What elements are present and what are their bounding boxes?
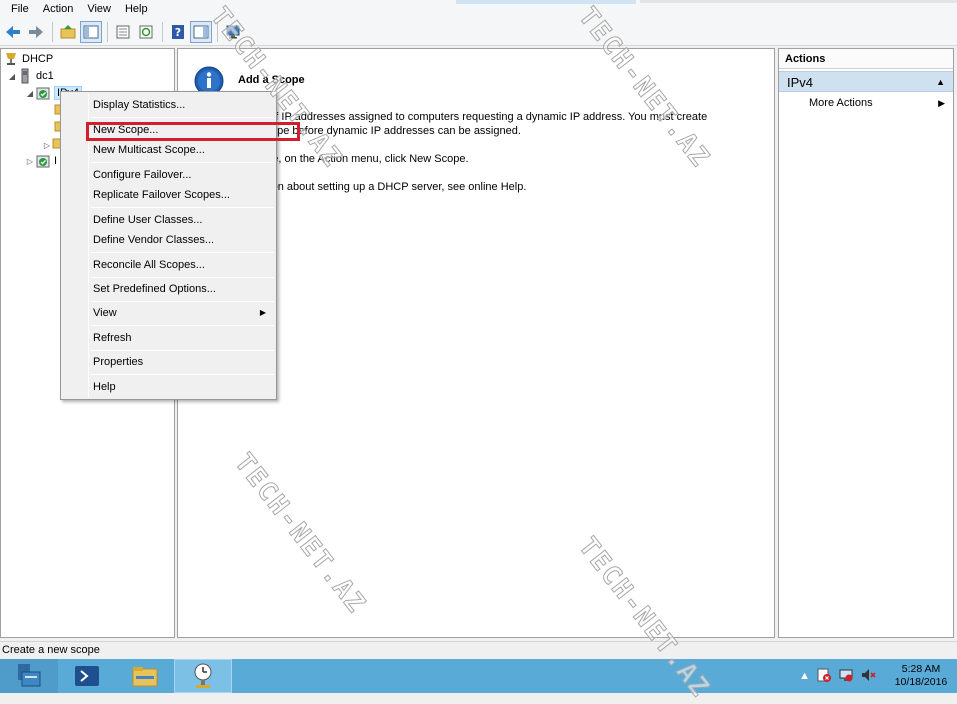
- dhcp-icon: [3, 51, 19, 67]
- clock-time: 5:28 AM: [901, 663, 941, 675]
- tree-item-ipv6[interactable]: ▷ I: [25, 153, 57, 169]
- ipv6-icon: [35, 153, 51, 169]
- menu-item-display-statistics[interactable]: Display Statistics...: [63, 95, 274, 115]
- context-menu: Display Statistics... New Scope... New M…: [60, 91, 300, 400]
- menu-separator: [91, 301, 274, 302]
- menu-separator: [91, 350, 274, 351]
- tree-item-dhcp[interactable]: DHCP: [3, 51, 53, 67]
- volume-muted-icon[interactable]: [860, 667, 876, 686]
- menu-item-properties[interactable]: Properties: [63, 352, 274, 372]
- expand-arrow-icon[interactable]: ▷: [42, 141, 52, 150]
- menu-item-set-predefined-options[interactable]: Set Predefined Options...: [63, 279, 274, 299]
- powershell-button[interactable]: [58, 659, 116, 693]
- action-center-icon[interactable]: [816, 667, 832, 686]
- system-tray: ▲ 5:28 AM 10/18/2016: [796, 659, 957, 693]
- menu-file[interactable]: File: [4, 0, 36, 18]
- actions-header: Actions: [779, 49, 953, 69]
- server-manager-button[interactable]: [0, 659, 58, 693]
- server-icon[interactable]: [222, 21, 244, 43]
- title-strip-right: [640, 0, 957, 3]
- actions-pane: Actions IPv4 ▲ More Actions ▶: [778, 48, 954, 638]
- help-icon[interactable]: ?: [167, 21, 189, 43]
- highlight-box: [86, 122, 300, 141]
- svg-text:?: ?: [175, 26, 181, 39]
- menu-view[interactable]: View: [80, 0, 118, 18]
- tree-label-dc1: dc1: [36, 70, 54, 82]
- menu-item-help[interactable]: Help: [63, 377, 274, 397]
- collapse-arrow-icon[interactable]: ◢: [7, 72, 17, 81]
- menu-separator: [91, 277, 274, 278]
- menu-help[interactable]: Help: [118, 0, 155, 18]
- menu-item-define-user-classes[interactable]: Define User Classes...: [63, 210, 274, 230]
- menu-separator: [91, 162, 274, 163]
- menu-item-refresh[interactable]: Refresh: [63, 328, 274, 348]
- menu-item-new-multicast-scope[interactable]: New Multicast Scope...: [63, 140, 274, 160]
- menu-item-configure-failover[interactable]: Configure Failover...: [63, 165, 274, 185]
- actions-group-ipv4[interactable]: IPv4 ▲: [779, 71, 953, 92]
- menu-item-view-label: View: [93, 307, 117, 319]
- menu-item-view[interactable]: View ▶: [63, 303, 274, 323]
- submenu-arrow-icon: ▶: [938, 98, 945, 108]
- refresh-icon[interactable]: [135, 21, 157, 43]
- menu-item-define-vendor-classes[interactable]: Define Vendor Classes...: [63, 230, 274, 250]
- menu-separator: [91, 207, 274, 208]
- menu-item-replicate-failover[interactable]: Replicate Failover Scopes...: [63, 185, 274, 205]
- file-explorer-button[interactable]: [116, 659, 174, 693]
- menu-separator: [91, 374, 274, 375]
- collapse-up-icon[interactable]: ▲: [936, 72, 945, 93]
- page-title: Add a Scope: [238, 74, 305, 86]
- description-line-1: e of IP addresses assigned to computers …: [260, 111, 708, 123]
- tree-item-dc1[interactable]: ◢ dc1: [7, 68, 54, 84]
- server-icon: [17, 68, 33, 84]
- more-actions-label: More Actions: [809, 97, 873, 109]
- expand-arrow-icon[interactable]: ▷: [25, 157, 35, 166]
- description-line-3: ope, on the Action menu, click New Scope…: [260, 153, 469, 165]
- collapse-arrow-icon[interactable]: ◢: [25, 89, 35, 98]
- up-folder-icon[interactable]: [57, 21, 79, 43]
- tree-label-dhcp: DHCP: [22, 53, 54, 65]
- status-bar: Create a new scope: [0, 641, 957, 659]
- toolbar-separator: [107, 21, 108, 42]
- network-icon[interactable]: [838, 667, 854, 686]
- dhcp-console-button[interactable]: [174, 659, 232, 693]
- taskbar: ▲ 5:28 AM 10/18/2016: [0, 659, 957, 693]
- toolbar: ?: [0, 18, 957, 46]
- menubar: File Action View Help: [0, 0, 957, 18]
- show-hidden-icons-icon[interactable]: ▲: [799, 670, 810, 682]
- show-hide-tree-icon[interactable]: [80, 20, 102, 43]
- tree-label-hidden: I: [54, 155, 58, 167]
- menu-item-reconcile-all-scopes[interactable]: Reconcile All Scopes...: [63, 255, 274, 275]
- menu-separator: [91, 252, 274, 253]
- menu-action[interactable]: Action: [36, 0, 81, 18]
- clock-date: 10/18/2016: [894, 676, 948, 688]
- actions-group-label: IPv4: [787, 75, 814, 90]
- title-strip: [456, 0, 636, 4]
- toolbar-separator: [162, 21, 163, 42]
- more-actions-item[interactable]: More Actions ▶: [779, 92, 953, 114]
- menu-separator: [91, 325, 274, 326]
- show-hide-action-pane-icon[interactable]: [190, 20, 212, 43]
- back-icon[interactable]: [2, 21, 24, 43]
- toolbar-separator: [52, 21, 53, 42]
- toolbar-separator: [217, 21, 218, 42]
- clock[interactable]: 5:28 AM 10/18/2016: [885, 663, 957, 689]
- forward-icon[interactable]: [25, 21, 47, 43]
- menu-separator: [91, 117, 274, 118]
- export-list-icon[interactable]: [112, 21, 134, 43]
- ipv4-icon: [35, 85, 51, 101]
- description-line-4: ation about setting up a DHCP server, se…: [260, 181, 527, 193]
- submenu-arrow-icon: ▶: [259, 308, 266, 317]
